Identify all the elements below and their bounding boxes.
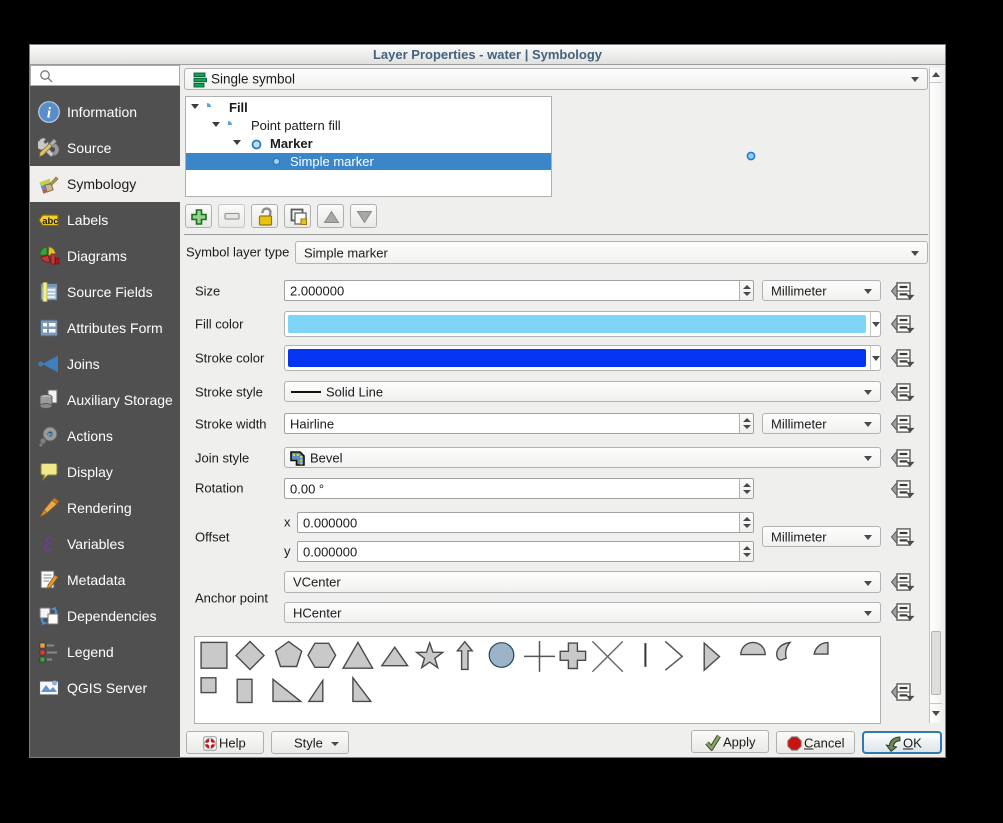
svg-text:abc: abc [42,216,58,227]
